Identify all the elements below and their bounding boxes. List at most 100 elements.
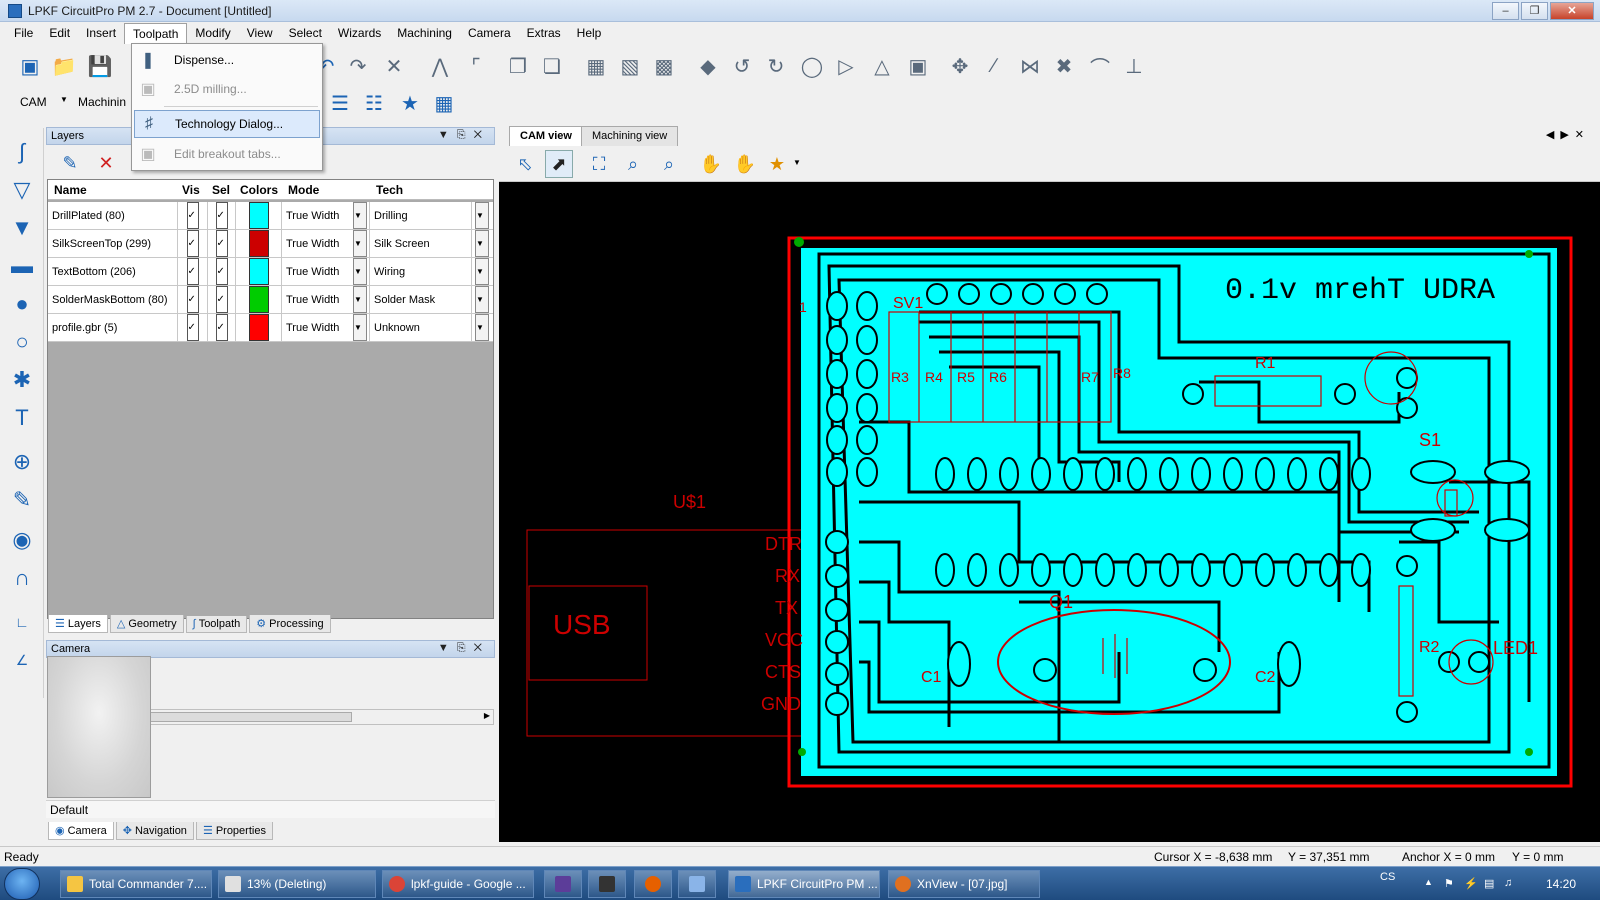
camera-preview[interactable] [47,656,151,798]
flag-icon[interactable]: ⚑ [1444,877,1454,890]
rectangle-icon[interactable]: ▬ [8,252,36,280]
camera-snapshot-icon[interactable]: ◉ [8,526,36,554]
layer-row[interactable]: SilkScreenTop (299) ✓ ✓ True Width ▼ Silk Scr… [48,230,493,258]
layer-tech[interactable]: Wiring [370,258,472,285]
angle-45-icon[interactable]: ∠ [8,646,36,674]
menu-item-dispense[interactable]: ❚ Dispense... [134,46,320,74]
phase-icon[interactable]: ☷ [360,89,388,117]
machining-dropdown[interactable]: Machinin [78,95,126,109]
tech-dropdown-arrow-icon[interactable]: ▼ [475,202,489,229]
task-app-2[interactable] [588,870,626,898]
tool-library-icon[interactable]: ☰ [326,89,354,117]
col-mode[interactable]: Mode [288,180,319,199]
power-icon[interactable]: ⚡ [1464,877,1478,890]
col-tech[interactable]: Tech [376,180,403,199]
delete-layer-icon[interactable]: ✕ [92,149,120,177]
mode-dropdown-arrow-icon[interactable]: ▼ [60,95,68,104]
menu-insert[interactable]: Insert [78,23,124,43]
tab-toolpath[interactable]: ∫ Toolpath [185,615,248,633]
process-plan-icon[interactable]: ▦ [430,89,458,117]
rotate-free-icon[interactable]: ◯ [798,52,826,80]
volume-icon[interactable]: ♫ [1504,877,1512,889]
layer-color-swatch-2[interactable] [248,286,269,313]
tray-expand-icon[interactable]: ▲ [1424,877,1433,887]
layer-name[interactable]: SilkScreenTop (299) [48,230,178,257]
layer-select-checkbox[interactable]: ✓ [215,286,228,313]
document-tab-controls[interactable]: ◀▶✕ [1546,128,1590,141]
menu-item-technology-dialog[interactable]: ♯ Technology Dialog... [134,110,320,138]
tab-processing[interactable]: ⚙ Processing [249,615,331,633]
add-point-icon[interactable]: ⊥ [1120,52,1148,80]
tab-camera[interactable]: ◉ Camera [48,822,114,840]
mode-dropdown-arrow-icon[interactable]: ▼ [353,230,367,257]
layer-name[interactable]: profile.gbr (5) [48,314,178,341]
line-icon[interactable]: ⌜ [462,52,490,80]
magnet-icon[interactable]: ∩ [8,564,36,592]
layer-visible-checkbox[interactable]: ✓ [186,202,199,229]
col-name[interactable]: Name [54,180,87,199]
layer-select-checkbox[interactable]: ✓ [215,314,228,341]
layer-name[interactable]: DrillPlated (80) [48,202,178,229]
target-icon[interactable]: ⊕ [8,448,36,476]
snap-icon[interactable]: ★ [763,150,791,178]
new-document-icon[interactable]: ▣ [16,52,44,80]
mode-dropdown-arrow-icon[interactable]: ▼ [353,202,367,229]
circle-filled-icon[interactable]: ● [8,290,36,318]
menu-machining[interactable]: Machining [389,23,460,43]
polygon-icon[interactable]: ▽ [8,176,36,204]
align-icon[interactable]: ▦ [582,52,610,80]
save-icon[interactable]: 💾 [86,52,114,80]
layer-visible-checkbox[interactable]: ✓ [186,286,199,313]
transform-icon[interactable]: ◆ [694,52,722,80]
close-button[interactable]: ✕ [1550,2,1594,20]
layer-select-checkbox[interactable]: ✓ [215,230,228,257]
tab-navigation[interactable]: ✥ Navigation [115,822,194,840]
mirror-horizontal-icon[interactable]: ❐ [504,52,532,80]
layer-tech[interactable]: Drilling [370,202,472,229]
measure-icon[interactable]: ∕ [980,52,1008,80]
menu-item-milling[interactable]: ▣ 2.5D milling... [134,75,320,103]
tab-properties[interactable]: ☰ Properties [195,822,273,840]
tech-dropdown-arrow-icon[interactable]: ▼ [475,258,489,285]
layer-row[interactable]: profile.gbr (5) ✓ ✓ True Width ▼ Unknown ▼ [48,314,493,342]
pointer-icon[interactable]: ⬈ [545,150,573,178]
minimize-button[interactable]: – [1492,2,1519,20]
flip-icon[interactable]: △ [868,52,896,80]
layer-visible-checkbox[interactable]: ✓ [186,258,199,285]
grab-hand-icon[interactable]: ✋ [731,150,759,178]
scroll-right-icon[interactable]: ▶ [484,711,490,720]
move-icon[interactable]: ✥ [946,52,974,80]
open-folder-icon[interactable]: 📁 [50,52,78,80]
circle-icon[interactable]: ○ [8,328,36,356]
distribute-icon[interactable]: ▧ [616,52,644,80]
layer-color-swatch-2[interactable] [248,314,269,341]
tech-dropdown-arrow-icon[interactable]: ▼ [475,286,489,313]
zoom-icon[interactable]: ⌕ [655,150,683,178]
rotate-cw-icon[interactable]: ↻ [762,52,790,80]
task-firefox[interactable] [634,870,672,898]
zoom-window-icon[interactable]: ⌕ [619,150,647,178]
mode-dropdown-arrow-icon[interactable]: ▼ [353,258,367,285]
break-icon[interactable]: ⋈ [1016,52,1044,80]
menu-extras[interactable]: Extras [519,23,569,43]
edit-shape-icon[interactable]: ✎ [8,486,36,514]
layer-row[interactable]: SolderMaskBottom (80) ✓ ✓ True Width ▼ Solder… [48,286,493,314]
layer-visible-checkbox[interactable]: ✓ [186,314,199,341]
menu-file[interactable]: File [6,23,41,43]
tab-machining-view[interactable]: Machining view [581,126,679,146]
col-colors[interactable]: Colors [240,180,278,199]
language-indicator[interactable]: CS [1380,871,1395,883]
layer-visible-checkbox[interactable]: ✓ [186,230,199,257]
cam-canvas[interactable]: U$1 USB DTR RX TX VCC CTS GND SV1 R3 R4 … [499,182,1600,842]
layer-tech[interactable]: Solder Mask [370,286,472,313]
task-total-commander[interactable]: Total Commander 7.... [60,870,212,898]
layer-select-checkbox[interactable]: ✓ [215,258,228,285]
layer-tech[interactable]: Unknown [370,314,472,341]
angle-90-icon[interactable]: ∟ [8,608,36,636]
menu-select[interactable]: Select [281,23,330,43]
task-deleting[interactable]: 13% (Deleting) [218,870,376,898]
polyline-icon[interactable]: ⋀ [426,52,454,80]
layer-name[interactable]: SolderMaskBottom (80) [48,286,178,313]
menu-wizards[interactable]: Wizards [330,23,389,43]
mirror-vertical-icon[interactable]: ❏ [538,52,566,80]
